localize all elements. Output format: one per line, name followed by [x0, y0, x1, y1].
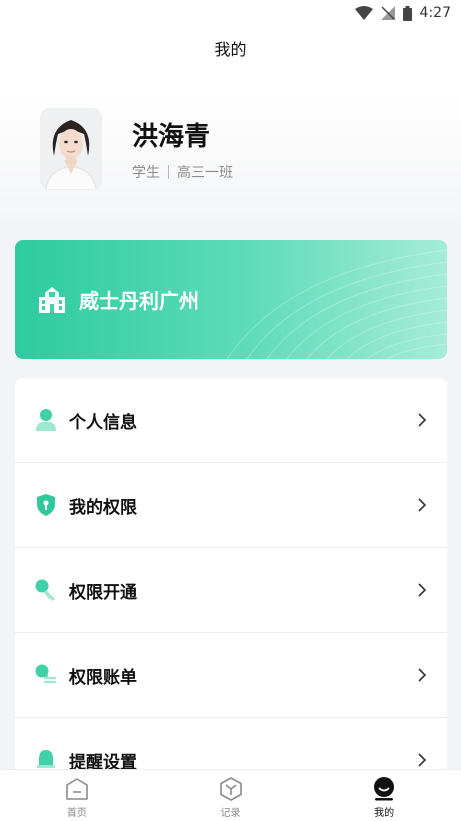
user-meta: 学生 高三一班 — [132, 162, 233, 182]
status-bar: 4:27 — [0, 0, 461, 26]
tab-label: 记录 — [220, 808, 241, 819]
avatar[interactable] — [40, 108, 102, 190]
tab-home[interactable]: 首页 — [0, 770, 154, 821]
bottom-tab-bar: 首页 记录 我的 — [0, 769, 461, 821]
chevron-right-icon — [418, 413, 427, 427]
tab-record[interactable]: 记录 — [154, 770, 308, 821]
tab-label: 首页 — [66, 808, 87, 819]
key-bill-icon — [35, 663, 57, 687]
chevron-right-icon — [418, 668, 427, 682]
menu-label: 权限账单 — [69, 667, 137, 688]
menu-item-personal-info[interactable]: 个人信息 — [15, 378, 447, 463]
status-time: 4:27 — [419, 5, 451, 21]
key-icon — [35, 578, 57, 602]
menu-label: 权限开通 — [69, 582, 137, 603]
wifi-icon — [354, 6, 373, 20]
user-name: 洪海青 — [132, 122, 211, 152]
no-signal-icon — [380, 6, 395, 20]
home-icon — [66, 778, 88, 800]
meta-divider — [168, 165, 169, 179]
school-card[interactable]: 威士丹利广州 — [15, 240, 447, 359]
battery-icon — [402, 5, 412, 21]
menu-label: 个人信息 — [69, 412, 137, 433]
menu-item-permission-activation[interactable]: 权限开通 — [15, 548, 447, 633]
school-name: 威士丹利广州 — [79, 289, 199, 313]
menu-label: 我的权限 — [69, 497, 137, 518]
chevron-right-icon — [418, 583, 427, 597]
record-icon — [219, 777, 242, 801]
menu-item-permission-bill[interactable]: 权限账单 — [15, 633, 447, 718]
chevron-right-icon — [418, 498, 427, 512]
tab-label: 我的 — [374, 808, 395, 819]
person-icon — [35, 408, 57, 432]
tab-profile[interactable]: 我的 — [307, 770, 461, 821]
menu-item-my-permissions[interactable]: 我的权限 — [15, 463, 447, 548]
school-building-icon — [39, 286, 65, 313]
profile-icon — [374, 777, 395, 801]
chevron-right-icon — [418, 753, 427, 767]
settings-menu: 个人信息 我的权限 权限开通 权限账单 提醒设置 — [15, 378, 447, 798]
user-role: 学生 — [132, 165, 160, 181]
user-class: 高三一班 — [177, 165, 233, 181]
page-title: 我的 — [214, 40, 247, 59]
wave-decoration — [227, 249, 447, 359]
shield-key-icon — [35, 493, 57, 517]
